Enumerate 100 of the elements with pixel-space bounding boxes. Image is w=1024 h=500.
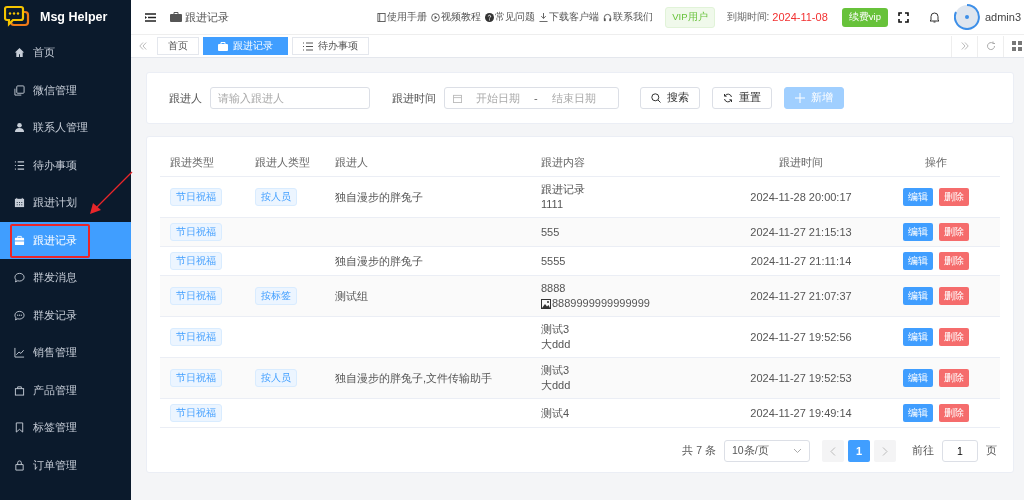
table-cell: 跟进记录 [541,182,585,197]
vip-badge: VIP用户 [665,6,715,28]
sidebar-item[interactable]: 首页 [0,34,131,72]
briefcase-icon [170,12,182,22]
bookmark-icon [14,422,25,434]
header-link[interactable]: 下载客户端 [539,10,600,24]
person-type-tag: 按人员 [255,188,297,206]
username[interactable]: admin3 [984,11,1021,23]
table-cell: 独自漫步的胖兔子,文件传输助手 [335,370,493,386]
type-tag: 节日祝福 [170,369,222,387]
table-cell: 独自漫步的胖兔子 [335,189,423,205]
briefcase-icon [218,41,228,51]
table-cell: 5555 [541,253,566,269]
avatar[interactable] [953,4,980,30]
header-link[interactable]: 视频教程 [431,10,482,24]
page-suffix: 页 [986,444,997,458]
table-cell: 2024-11-27 19:52:53 [750,372,852,384]
reset-button[interactable]: 重置 [712,87,772,109]
table-cell: 测试组 [335,288,368,304]
sidebar-item[interactable]: 标签管理 [0,409,131,447]
table-cell: 大ddd [541,378,571,393]
header-link[interactable]: 常见问题 [485,10,536,24]
goto-label: 前往 [912,444,934,458]
sidebar-item[interactable]: 群发记录 [0,296,131,334]
expiry-label: 到期时间: [726,10,770,24]
range-separator: - [534,92,538,104]
header-link[interactable]: 使用手册 [377,10,428,24]
list-icon [303,41,313,51]
table-cell: 独自漫步的胖兔子 [335,253,423,269]
annotation-arrow [88,170,134,216]
type-tag: 节日祝福 [170,287,222,305]
search-icon [651,93,661,103]
fullscreen-icon[interactable] [897,11,909,23]
column-header: 跟进内容 [540,155,586,170]
table-cell: 2024-11-27 19:49:14 [750,407,852,419]
bell-icon[interactable] [928,11,940,23]
grid-icon[interactable] [1003,35,1024,57]
sidebar-item[interactable]: 联系人管理 [0,109,131,147]
plus-icon [795,93,805,103]
column-header: 跟进类型 [169,155,215,170]
table-cell: 大ddd [541,337,571,352]
column-header: 跟进人 [334,155,369,170]
header-link[interactable]: 联系我们 [603,10,654,24]
goto-page-field[interactable]: 1 [942,440,978,462]
table-cell: 1111 [541,197,564,212]
person-field[interactable]: 请输入跟进人 [210,87,370,109]
type-tag: 节日祝福 [170,188,222,206]
sidebar-item[interactable]: 销售管理 [0,334,131,372]
list-icon [14,159,25,171]
sidebar-item[interactable]: 待办事项 [0,146,131,184]
sidebar-item[interactable]: 产品管理 [0,371,131,409]
table-cell: 测试3 [541,363,570,378]
copy-icon [14,84,25,96]
calendar-icon [453,93,462,103]
lock-icon [14,459,25,471]
sidebar-item[interactable]: 跟进计划 [0,184,131,222]
home-icon [14,47,25,59]
double-chevron-left-icon[interactable] [139,42,147,50]
type-tag: 节日祝福 [170,223,222,241]
column-header: 跟进人类型 [254,155,311,170]
column-header: 操作 [923,155,948,170]
play-icon [431,12,441,22]
calendar-icon [14,197,25,209]
page-tab[interactable]: 待办事项 [292,37,369,55]
chat-bubbles-icon [4,5,30,29]
date-range-field[interactable]: 开始日期 - 结束日期 [444,87,619,109]
chevron-right-icon [882,446,888,456]
table-cell: 555 [541,224,560,240]
table-cell: 8889999999999999 [552,296,650,311]
chat-icon [14,272,25,284]
breadcrumb: 跟进记录 [185,9,229,25]
table-cell: 2024-11-27 21:11:14 [750,255,852,267]
sidebar-item[interactable]: 微信管理 [0,71,131,109]
filter-label: 跟进人 [169,90,202,106]
chatdots-icon [14,309,25,321]
case-icon [14,234,25,246]
refresh-icon [723,93,733,103]
search-button[interactable]: 搜索 [640,87,700,109]
menu-icon[interactable] [145,12,156,22]
page-tab[interactable]: 首页 [157,37,199,55]
chart-icon [14,347,25,359]
table-cell: 2024-11-27 21:15:13 [750,226,852,238]
sidebar-item[interactable]: 订单管理 [0,446,131,484]
bag-icon [14,384,25,396]
total-count: 共 7 条 [682,444,716,458]
table-cell: 2024-11-28 20:00:17 [750,191,852,203]
headset-icon [603,12,613,22]
table-cell: 测试4 [541,405,570,421]
table-cell: 测试3 [541,322,570,337]
filter-label: 跟进时间 [392,90,436,106]
page-size-select[interactable]: 10条/页 [724,440,810,462]
expiry-date: 2024-11-08 [772,11,828,23]
type-tag: 节日祝福 [170,404,222,422]
chevron-left-icon [830,446,836,456]
type-tag: 节日祝福 [170,328,222,346]
person-type-tag: 按标签 [255,287,297,305]
table-cell: 8888 [541,281,566,296]
download-icon [539,12,549,22]
sidebar-item[interactable]: 群发消息 [0,259,131,297]
type-tag: 节日祝福 [170,252,222,270]
